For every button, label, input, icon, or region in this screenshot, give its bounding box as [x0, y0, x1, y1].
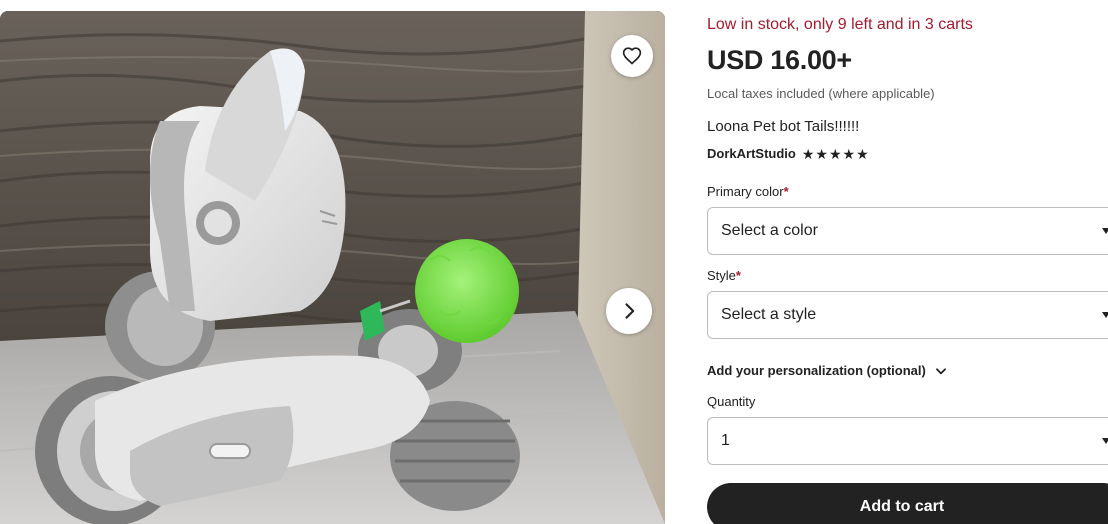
caret-down-icon [1102, 228, 1108, 234]
favorite-button[interactable] [611, 35, 653, 77]
tax-note: Local taxes included (where applicable) [707, 86, 935, 101]
style-label: Style* [707, 268, 741, 283]
star-icon: ★ [815, 145, 828, 162]
caret-down-icon [1102, 438, 1108, 444]
personalization-toggle[interactable]: Add your personalization (optional) [707, 363, 948, 378]
product-image-gallery[interactable] [0, 11, 665, 524]
heart-outline-icon [622, 47, 642, 65]
quantity-label: Quantity [707, 394, 756, 409]
quantity-value: 1 [721, 432, 730, 449]
add-to-cart-button[interactable]: Add to cart [707, 483, 1108, 524]
star-icon: ★ [842, 145, 856, 162]
star-icon: ★ [856, 145, 869, 162]
price: USD 16.00+ [707, 45, 852, 75]
star-icon: ★ [801, 145, 815, 162]
caret-down-icon [1102, 312, 1108, 318]
quantity-select[interactable]: 1 [707, 417, 1108, 465]
shop-name-link[interactable]: DorkArtStudio [707, 146, 796, 161]
style-select[interactable]: Select a style [707, 291, 1108, 339]
star-rating: ★ ★ ★ ★ ★ [802, 147, 869, 161]
chevron-down-icon [935, 367, 946, 374]
required-mark: * [783, 184, 789, 199]
star-icon: ★ [828, 145, 842, 162]
next-image-button[interactable] [606, 288, 652, 334]
product-photo [0, 11, 665, 524]
shop-row: DorkArtStudio ★ ★ ★ ★ ★ [707, 146, 869, 161]
primary-color-value: Select a color [721, 222, 818, 239]
stock-notice: Low in stock, only 9 left and in 3 carts [707, 16, 973, 33]
listing-info-panel: Low in stock, only 9 left and in 3 carts… [707, 0, 1108, 524]
style-value: Select a style [721, 306, 817, 323]
required-mark: * [735, 268, 741, 283]
listing-title: Loona Pet bot Tails!!!!!! [707, 118, 860, 135]
personalization-label: Add your personalization (optional) [707, 363, 926, 378]
primary-color-select[interactable]: Select a color [707, 207, 1108, 255]
chevron-right-icon [625, 303, 635, 319]
primary-color-label: Primary color* [707, 184, 789, 199]
add-to-cart-label: Add to cart [859, 498, 945, 515]
